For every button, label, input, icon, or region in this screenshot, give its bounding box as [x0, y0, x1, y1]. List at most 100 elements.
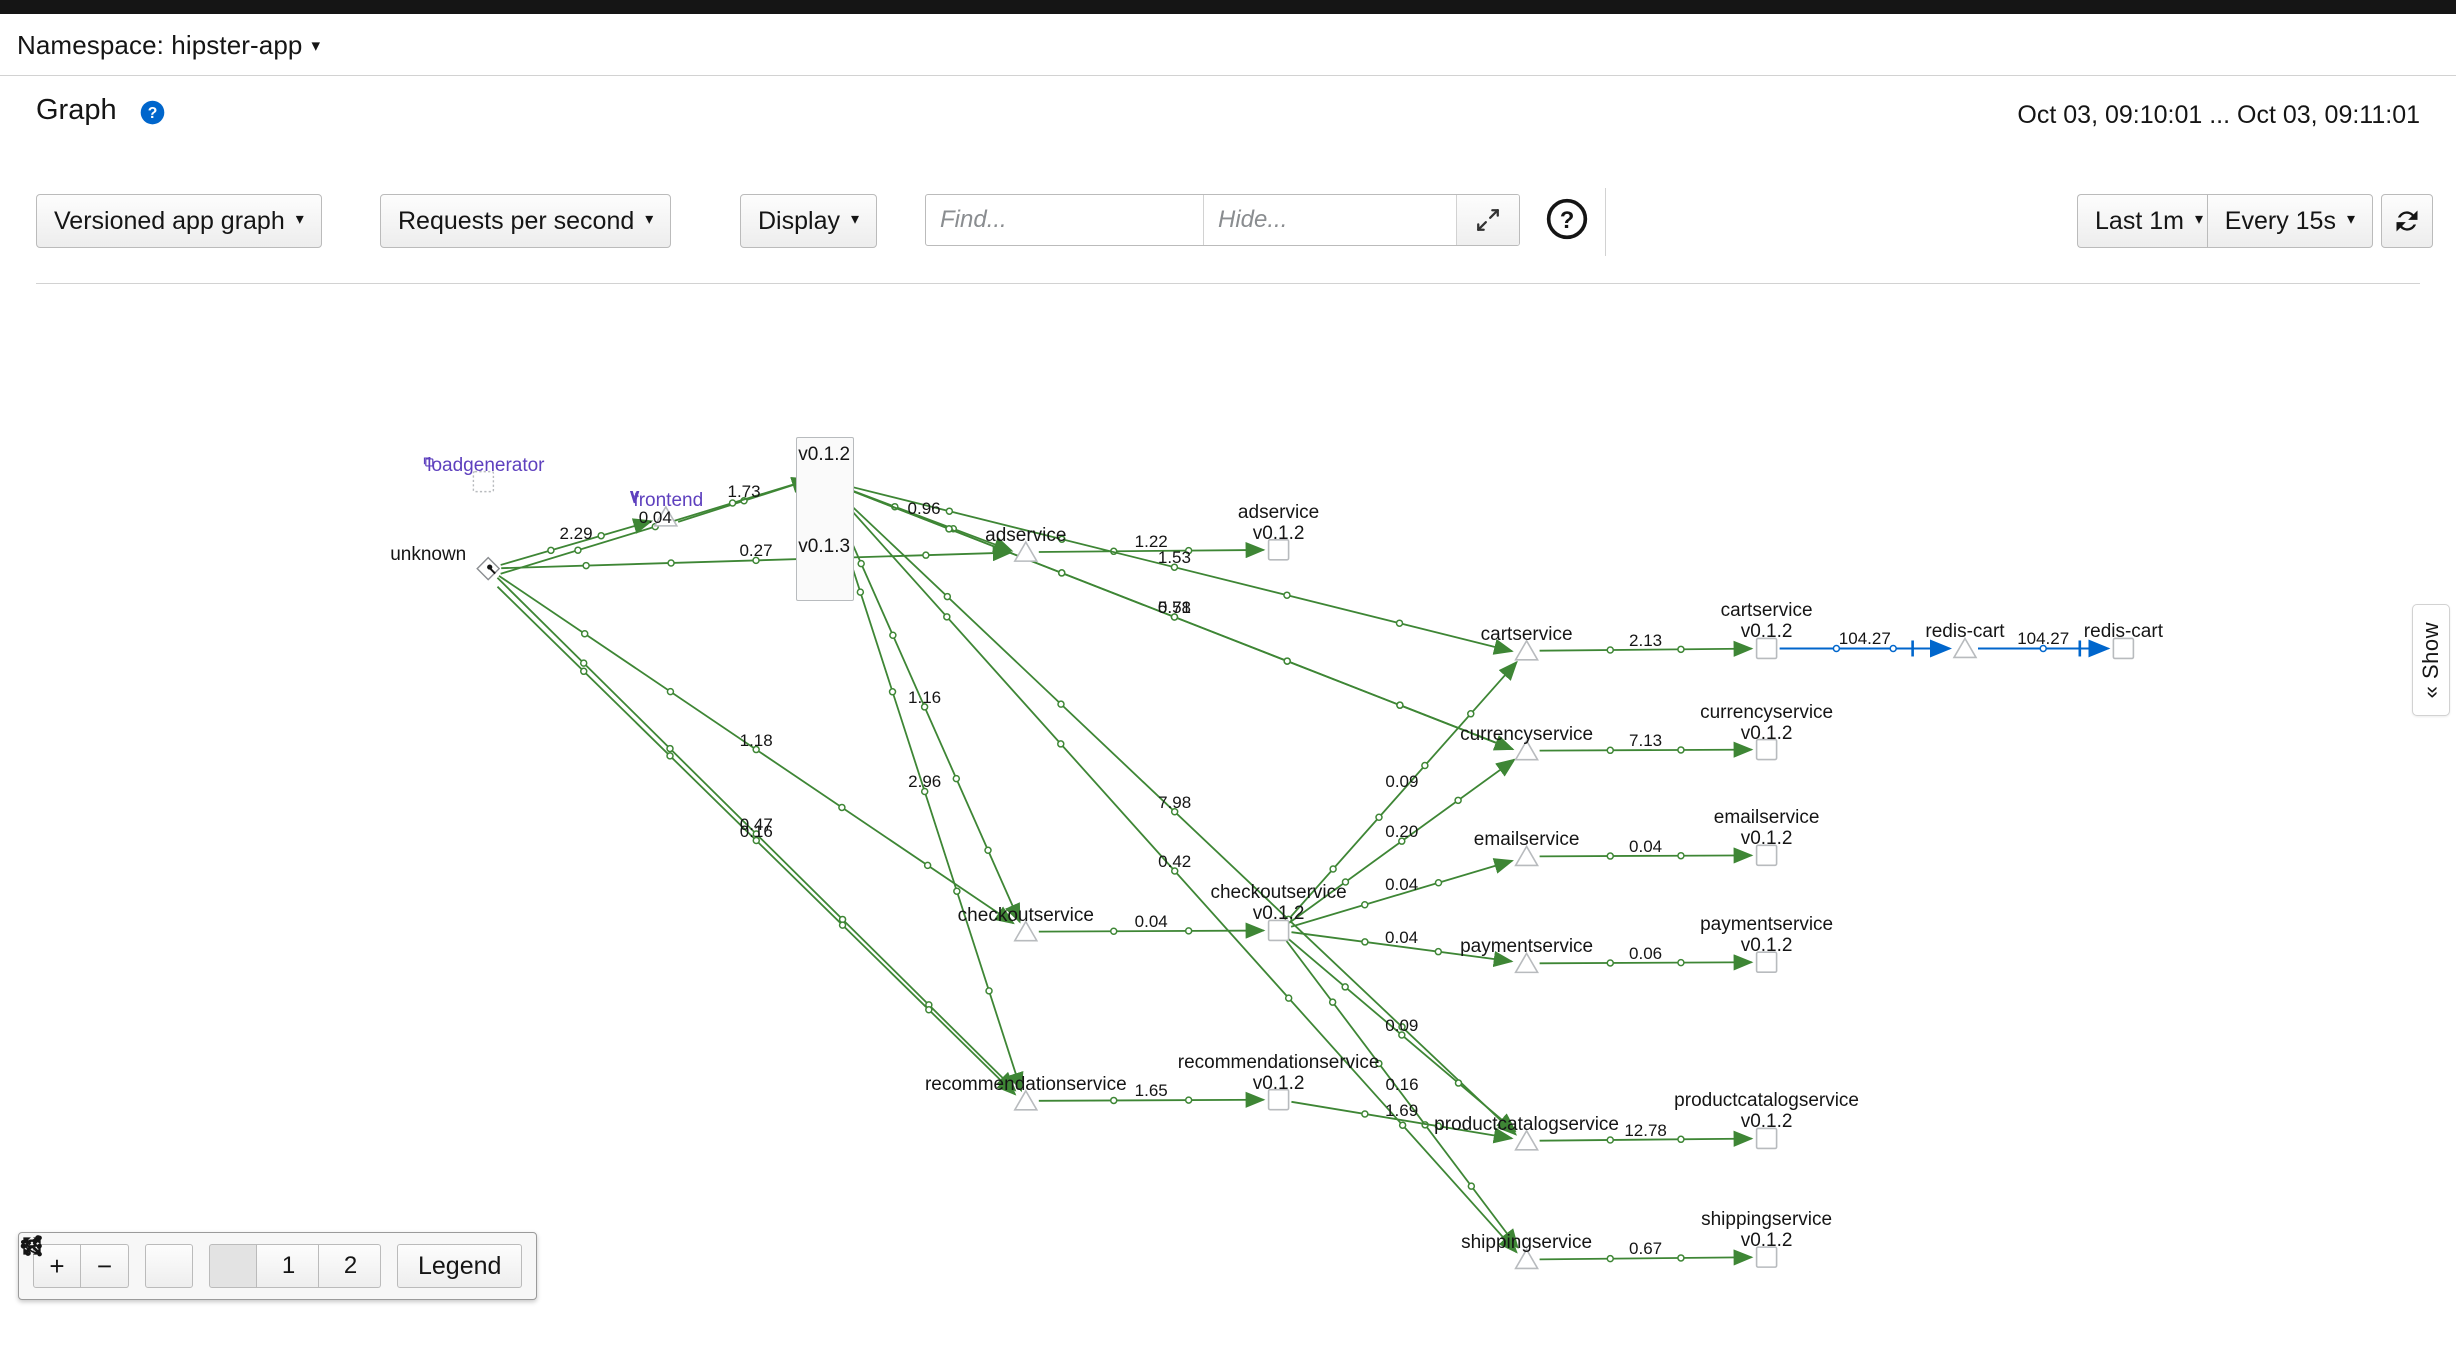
graph-node-checkout-svc[interactable] — [1013, 920, 1039, 942]
layout-dagre-button[interactable] — [20, 1235, 257, 1288]
page-header: Graph ? Oct 03, 09:10:01 ... Oct 03, 09:… — [0, 76, 2456, 186]
zoom-out-button[interactable]: − — [81, 1244, 129, 1288]
edge-waypoint — [1677, 851, 1685, 860]
metric-dropdown[interactable]: Requests per second ▾ — [380, 194, 672, 248]
edge-waypoint — [925, 1005, 933, 1014]
graph-edge-payment-svc-to-payment-wl[interactable] — [1539, 954, 1754, 971]
graph-node-recommend-svc[interactable] — [1013, 1089, 1039, 1111]
graph-edge-checkout-wl-to-shipping-svc[interactable] — [1285, 940, 1519, 1249]
graph-node-shipping-wl[interactable] — [1755, 1246, 1778, 1268]
graph-edge-shipping-svc-to-shipping-wl[interactable] — [1539, 1249, 1754, 1266]
graph-node-productcat-wl[interactable] — [1755, 1127, 1778, 1150]
help-circle-icon[interactable]: ? — [139, 99, 166, 126]
refresh-button[interactable] — [2381, 194, 2433, 248]
graph-node-recommend-wl[interactable] — [1267, 1088, 1290, 1111]
edge-waypoint — [1170, 563, 1179, 571]
show-drawer-tab[interactable]: « Show — [2412, 604, 2450, 716]
graph-edge-currency-svc-to-currency-wl[interactable] — [1539, 741, 1754, 758]
graph-node-unknown[interactable] — [476, 556, 501, 581]
edge-waypoint — [667, 559, 675, 567]
edge-waypoint — [574, 546, 582, 554]
graph-edge-email-svc-to-email-wl[interactable] — [1539, 847, 1754, 864]
edge-waypoint — [1109, 927, 1118, 935]
fit-group — [23, 1237, 193, 1288]
edge-waypoint — [1467, 1182, 1476, 1190]
graph-node-payment-wl[interactable] — [1755, 951, 1778, 974]
edge-waypoint — [1677, 645, 1685, 654]
show-drawer-label: « Show — [2418, 621, 2443, 699]
graph-node-checkout-wl[interactable] — [1267, 919, 1290, 942]
graph-node-redis-svc[interactable] — [1952, 636, 1978, 659]
edge-waypoint — [1395, 619, 1404, 627]
find-input[interactable] — [926, 195, 1204, 245]
graph-node-adservice-wl[interactable] — [1267, 538, 1290, 561]
edge-waypoint — [1361, 1110, 1369, 1118]
version-group-frontend[interactable] — [796, 437, 855, 601]
namespace-selector[interactable]: Namespace: hipster-app ▾ — [17, 30, 320, 61]
graph-edge-cartservice-svc-to-cartservice-wl[interactable] — [1539, 640, 1754, 657]
edge-waypoint — [838, 921, 847, 929]
edge-waypoint — [1421, 761, 1429, 770]
edge-waypoint — [1329, 865, 1337, 873]
edge-waypoint — [579, 659, 588, 667]
display-dropdown[interactable]: Display ▾ — [740, 194, 878, 248]
expand-icon[interactable] — [1456, 195, 1519, 245]
edge-waypoint — [1677, 1135, 1685, 1144]
edge-waypoint — [888, 688, 897, 696]
graph-edge-checkout-wl-to-cartservice-svc[interactable] — [1286, 660, 1518, 922]
hide-input[interactable] — [1204, 195, 1456, 245]
toolbar-help-icon[interactable]: ? — [1545, 197, 1589, 241]
graph-svg — [472, 460, 2135, 1270]
edge-waypoint — [2039, 644, 2047, 653]
graph-edge-recommend-wl-to-productcat-svc[interactable] — [1291, 1100, 1514, 1144]
edge-waypoint — [985, 987, 993, 995]
graph-edge-checkout-wl-to-email-svc[interactable] — [1290, 858, 1514, 928]
legend-button[interactable]: Legend — [397, 1244, 523, 1288]
chevron-down-icon: ▾ — [645, 211, 654, 228]
graph-edge-checkout-wl-to-payment-svc[interactable] — [1291, 931, 1514, 968]
graph-edge-adservice-svc-to-adservice-wl[interactable] — [1038, 541, 1266, 559]
graph-node-adservice-svc[interactable] — [1013, 540, 1039, 562]
find-hide-group — [925, 194, 1520, 246]
edge-waypoint — [666, 687, 675, 696]
edge-waypoint — [984, 846, 992, 855]
graph-node-productcat-svc[interactable] — [1514, 1129, 1539, 1151]
fit-to-screen-button[interactable] — [23, 1237, 193, 1288]
edge-waypoint — [1889, 644, 1897, 653]
layout-cose2-label: 2 — [343, 1252, 358, 1279]
graph-node-loadgenerator[interactable] — [472, 470, 495, 493]
edge-waypoint — [1375, 1059, 1383, 1068]
graph-node-payment-svc[interactable] — [1514, 951, 1539, 974]
graph-node-cartservice-svc[interactable] — [1514, 639, 1539, 661]
page-title: Graph — [36, 94, 117, 126]
svg-text:?: ? — [1560, 207, 1575, 234]
graph-edges — [496, 476, 2111, 1266]
graph-canvas[interactable]: unknown loadgenerator frontend v0.1.2 v0.1.3… — [0, 286, 2456, 1318]
edge-waypoint — [580, 630, 589, 638]
edge-waypoint — [1434, 878, 1443, 887]
duration-label: Last 1m — [2095, 206, 2184, 235]
layout-cose1-button[interactable]: 1 — [21, 1235, 319, 1288]
graph-node-currency-svc[interactable] — [1514, 739, 1539, 761]
legend-group: Legend — [397, 1244, 523, 1288]
chevron-down-icon: ▾ — [295, 211, 304, 228]
graph-node-email-wl[interactable] — [1755, 844, 1778, 867]
graph-edge-recommend-svc-to-recommend-wl[interactable] — [1038, 1091, 1266, 1108]
graph-node-cartservice-wl[interactable] — [1755, 637, 1778, 660]
layout-group: 1 2 — [20, 1235, 381, 1288]
time-range-display: Oct 03, 09:10:01 ... Oct 03, 09:11:01 — [2017, 101, 2420, 129]
edge-waypoint — [943, 613, 951, 621]
graph-node-shipping-svc[interactable] — [1514, 1247, 1539, 1270]
layout-cose2-button[interactable]: 2 — [21, 1235, 381, 1288]
graph-node-email-svc[interactable] — [1514, 844, 1539, 867]
refresh-icon — [2396, 210, 2418, 232]
refresh-interval-dropdown[interactable]: Every 15s ▾ — [2206, 194, 2373, 248]
graph-edge-productcat-svc-to-productcat-wl[interactable] — [1539, 1130, 1754, 1147]
graph-type-dropdown[interactable]: Versioned app graph ▾ — [36, 194, 322, 248]
graph-node-redis-wl[interactable] — [2112, 637, 2135, 660]
graph-node-currency-wl[interactable] — [1755, 738, 1778, 761]
graph-node-frontend-svc[interactable] — [653, 505, 679, 527]
duration-dropdown[interactable]: Last 1m ▾ — [2077, 194, 2220, 248]
graph-edge-unknown-to-frontend-svc[interactable] — [500, 518, 654, 566]
edge-waypoint — [597, 531, 605, 540]
